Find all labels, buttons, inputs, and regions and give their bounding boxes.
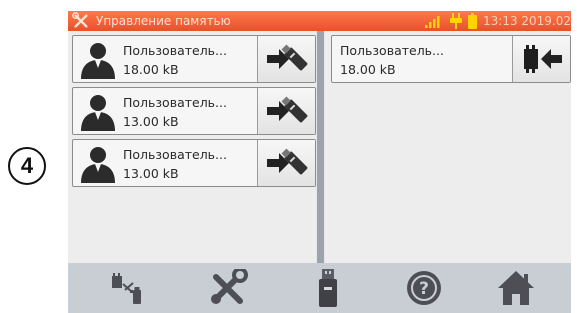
export-to-usb-button[interactable] <box>257 36 315 82</box>
settings-button[interactable] <box>188 263 268 313</box>
file-name: Пользователь... <box>123 95 227 110</box>
device-memory-panel[interactable]: Пользователь... 18.00 kB Пользователь...… <box>68 31 316 263</box>
file-size: 18.00 kB <box>123 62 179 77</box>
file-size: 13.00 kB <box>123 114 179 129</box>
memory-file-item[interactable]: Пользователь... 13.00 kB <box>72 87 316 135</box>
step-number-badge: 4 <box>8 147 46 185</box>
file-name: Пользователь... <box>340 43 444 58</box>
svg-text:?: ? <box>419 279 429 299</box>
help-button[interactable]: ? <box>384 263 464 313</box>
battery-icon <box>468 13 477 29</box>
user-icon <box>81 95 115 131</box>
file-name: Пользователь... <box>123 147 227 162</box>
memory-file-item[interactable]: Пользователь... 13.00 kB <box>72 139 316 187</box>
export-to-usb-icon <box>266 44 307 71</box>
tools-icon <box>72 12 88 28</box>
panel-divider <box>317 31 324 263</box>
usb-file-item[interactable]: Пользователь... 18.00 kB <box>331 35 571 83</box>
export-to-usb-icon <box>266 148 307 175</box>
memory-transfer-icon <box>112 273 141 304</box>
import-data-icon <box>523 45 562 73</box>
usb-drive-icon <box>319 269 337 307</box>
help-icon: ? <box>407 271 441 305</box>
signal-icon <box>425 16 440 28</box>
bottom-toolbar: ? <box>68 263 571 313</box>
home-icon <box>498 271 534 305</box>
export-to-usb-button[interactable] <box>257 140 315 186</box>
usb-memory-panel[interactable]: Пользователь... 18.00 kB <box>325 31 571 263</box>
device-screen: Управление памятью 13:13 2019.02.11 <box>68 11 571 313</box>
export-to-usb-icon <box>266 96 307 123</box>
home-button[interactable] <box>476 263 556 313</box>
page-title: Управление памятью <box>96 14 231 28</box>
date-time: 13:13 2019.02.11 <box>483 14 571 28</box>
user-icon <box>81 43 115 79</box>
plug-icon <box>450 13 462 29</box>
user-icon <box>81 147 115 183</box>
memory-file-item[interactable]: Пользователь... 18.00 kB <box>72 35 316 83</box>
file-name: Пользователь... <box>123 43 227 58</box>
title-bar: Управление памятью 13:13 2019.02.11 <box>68 11 571 31</box>
memory-transfer-button[interactable] <box>88 263 168 313</box>
file-size: 18.00 kB <box>340 62 396 77</box>
usb-button[interactable] <box>288 263 368 313</box>
settings-tools-icon <box>211 269 248 304</box>
import-data-button[interactable] <box>512 36 570 82</box>
file-size: 13.00 kB <box>123 166 179 181</box>
export-to-usb-button[interactable] <box>257 88 315 134</box>
